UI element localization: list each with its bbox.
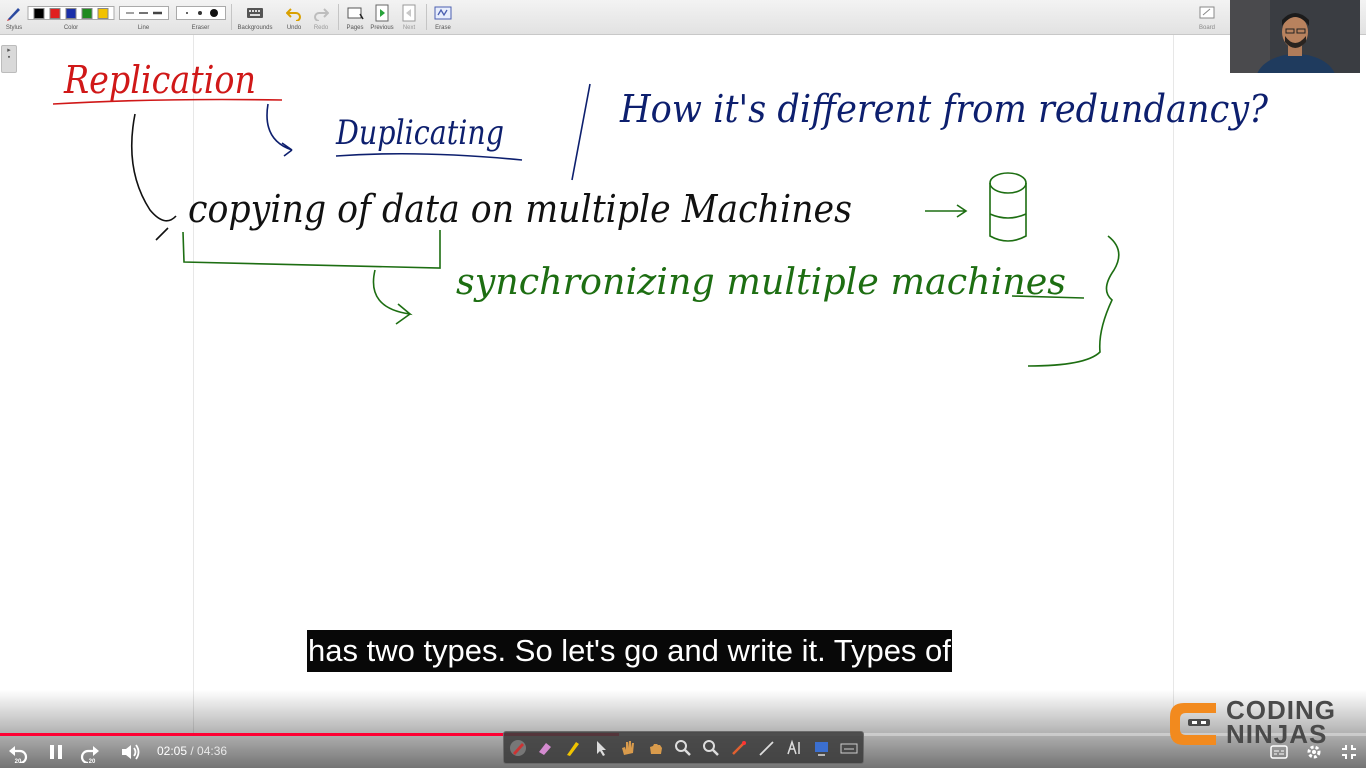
- grab-icon: [649, 743, 662, 754]
- screen-tool-button[interactable]: [811, 737, 833, 759]
- color-swatch-black[interactable]: [33, 7, 45, 19]
- line-icon: [759, 740, 774, 756]
- note-replication: Replication: [63, 58, 256, 102]
- erase-all-button[interactable]: Erase: [431, 3, 455, 33]
- zoom-in-icon: [675, 739, 692, 756]
- note-question: How it's different from redundancy?: [619, 87, 1268, 131]
- undo-icon: [286, 4, 302, 22]
- presenter-webcam: [1230, 0, 1360, 73]
- note-duplicating: Duplicating: [335, 113, 504, 153]
- previous-page-icon: [374, 4, 390, 22]
- redo-button[interactable]: Redo: [310, 3, 332, 33]
- previous-page-button[interactable]: Previous: [370, 3, 394, 33]
- pages-button[interactable]: Pages: [343, 3, 367, 33]
- presenter-video: [1230, 0, 1360, 73]
- divider-slash: [571, 83, 591, 181]
- captions-icon: [1270, 745, 1288, 759]
- color-swatches: [27, 6, 115, 20]
- text-icon: [787, 739, 800, 754]
- coding-ninjas-logo-mark: [1170, 703, 1216, 745]
- rewind-seconds: 20: [14, 758, 22, 765]
- eraser-tool-button[interactable]: [534, 737, 556, 759]
- pointer-icon: [596, 740, 606, 756]
- volume-button[interactable]: [119, 741, 143, 763]
- duration: 04:36: [197, 744, 228, 758]
- next-page-button[interactable]: Next: [398, 3, 420, 33]
- color-swatch-red[interactable]: [49, 7, 61, 19]
- pause-icon: [50, 745, 62, 759]
- fullscreen-button[interactable]: [1338, 741, 1360, 763]
- hand-tool-button[interactable]: [617, 737, 639, 759]
- forward-seconds: 20: [88, 758, 96, 765]
- hand-icon: [622, 740, 635, 755]
- eraser-icon: [539, 742, 552, 755]
- duplicating-underline: [335, 152, 523, 161]
- arrow-to-duplicating: [266, 103, 293, 157]
- current-time: 02:05: [157, 744, 188, 758]
- laser-tool-button[interactable]: [728, 737, 750, 759]
- gear-icon: [1307, 745, 1321, 759]
- board-button[interactable]: Board: [1196, 3, 1218, 33]
- settings-button[interactable]: [1303, 741, 1325, 763]
- eraser-size-options: [175, 6, 226, 20]
- color-swatch-green[interactable]: [81, 7, 93, 19]
- laser-icon: [731, 740, 746, 755]
- pointer-tool-button[interactable]: [590, 737, 612, 759]
- grab-tool-button[interactable]: [645, 737, 667, 759]
- bracket-copying-of-data: [182, 230, 441, 269]
- keyboard-tool-button[interactable]: [838, 737, 860, 759]
- pen-icon: [509, 739, 526, 756]
- stylus-tool[interactable]: Stylus: [4, 3, 24, 33]
- coding-ninjas-logo: CODING NINJAS: [1168, 697, 1358, 749]
- note-synchronizing: synchronizing multiple machines: [456, 262, 1066, 303]
- fullscreen-exit-icon: [1342, 745, 1356, 759]
- note-copying-data: copying of data on multiple Machines: [188, 187, 852, 231]
- color-tool[interactable]: Color: [27, 3, 115, 33]
- line-tool[interactable]: Line: [118, 3, 169, 33]
- text-tool-button[interactable]: [783, 737, 805, 759]
- line-draw-button[interactable]: [755, 737, 777, 759]
- arrow-to-database: [925, 204, 968, 218]
- subtitle-caption: has two types. So let's go and write it.…: [307, 630, 952, 672]
- color-swatch-blue[interactable]: [65, 7, 77, 19]
- zoom-in-button[interactable]: [672, 737, 694, 759]
- undo-button[interactable]: Undo: [283, 3, 305, 33]
- eraser-tool[interactable]: Eraser: [175, 3, 226, 33]
- database-icon: [989, 172, 1027, 242]
- highlighter-tool-button[interactable]: [562, 737, 584, 759]
- bracket-replication-to-copying: [130, 113, 177, 241]
- volume-icon: [122, 744, 140, 760]
- highlighter-icon: [567, 741, 580, 756]
- redo-icon: [313, 4, 329, 22]
- screen-icon: [814, 741, 828, 756]
- stylus-icon: [6, 4, 22, 22]
- keyboard-icon: [246, 4, 264, 22]
- captions-button[interactable]: [1268, 741, 1290, 763]
- erase-icon: [434, 4, 452, 22]
- zoom-out-icon: [703, 739, 719, 756]
- annotation-tool-tray: [503, 731, 864, 764]
- board-icon: [1199, 4, 1215, 22]
- keyboard-tray-icon: [840, 743, 858, 753]
- pen-tool-button[interactable]: [507, 737, 529, 759]
- handwritten-notes: Replication Duplicating How it's differe…: [52, 58, 1269, 367]
- pause-button[interactable]: [45, 741, 67, 763]
- whiteboard-toolbar: Stylus Color Line Eraser Backgrounds Und…: [0, 0, 1366, 35]
- backgrounds-button[interactable]: Backgrounds: [236, 3, 274, 33]
- pages-icon: [346, 4, 364, 22]
- arrow-to-synchronizing: [372, 269, 413, 325]
- line-width-options: [118, 6, 169, 20]
- color-swatch-yellow[interactable]: [97, 7, 109, 19]
- playback-time: 02:05 / 04:36: [157, 744, 228, 758]
- zoom-out-button[interactable]: [700, 737, 722, 759]
- next-page-icon: [401, 4, 417, 22]
